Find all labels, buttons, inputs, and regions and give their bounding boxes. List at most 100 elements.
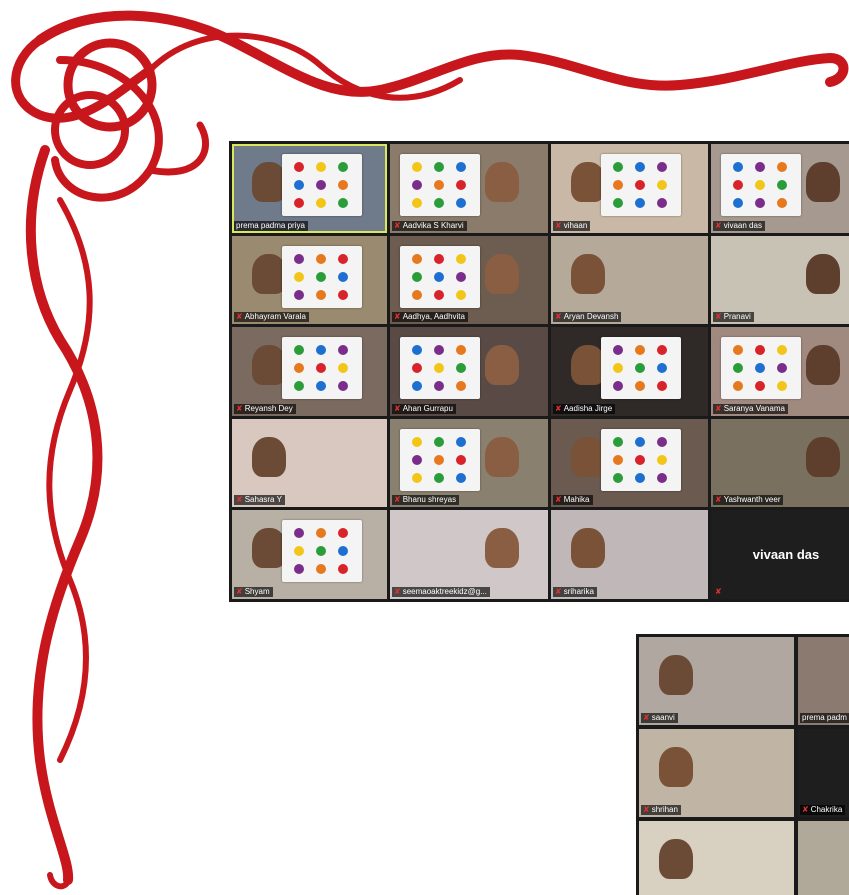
participant-name-tag: ✘ Ahan Gurrapu [392, 403, 456, 414]
paint-dot [434, 253, 444, 264]
participant-video [806, 345, 840, 386]
video-tile[interactable]: ✘ Yashwanth veer [711, 418, 849, 508]
paint-dot [613, 162, 623, 172]
participant-name: sriharika [563, 586, 594, 596]
paint-dot [657, 198, 667, 208]
participant-name-tag: ✘ sriharika [553, 586, 597, 597]
video-tile[interactable]: prema padm [798, 637, 849, 725]
dot-painting-paper [400, 428, 480, 491]
paint-dot [338, 198, 348, 208]
video-tile[interactable]: ✘ Aadvika S Kharvi [390, 144, 548, 233]
participant-name: vivaan das [723, 220, 762, 230]
paint-dot [316, 363, 326, 374]
participant-name: Aryan Devansh [563, 312, 619, 322]
paint-dot [456, 289, 466, 300]
muted-mic-icon: ✘ [802, 805, 809, 814]
dot-painting-paper [282, 245, 362, 308]
video-tile[interactable] [798, 821, 849, 895]
video-tile[interactable]: ✘ saanvi [639, 637, 794, 725]
paint-dot [613, 180, 623, 190]
participant-video [252, 345, 286, 386]
video-tile[interactable]: vivaan das ✘ [711, 510, 849, 599]
video-tile[interactable]: ✘ vivaan das [711, 144, 849, 233]
video-tile[interactable]: prema padma priya [232, 144, 387, 233]
paint-dot [635, 162, 645, 172]
paint-dot [338, 271, 348, 282]
video-tile[interactable]: ✘ sriharika [551, 510, 708, 599]
paint-dot [316, 198, 326, 208]
paint-dot [294, 198, 304, 208]
participant-name: Chakrika [810, 805, 843, 814]
muted-mic-icon: ✘ [394, 220, 401, 230]
participant-video [571, 436, 605, 477]
video-tile[interactable]: ✘ vihaan [551, 144, 708, 233]
participant-name: Reyansh Dey [244, 403, 293, 413]
dot-painting-paper [601, 337, 681, 400]
muted-mic-icon: ✘ [555, 403, 562, 413]
video-gallery-secondary: ✘ saanvi prema padm ✘ shrihan ✘ Chakrika [636, 634, 849, 895]
video-tile[interactable]: ✘ Aadisha Jirge [551, 327, 708, 416]
participant-video [571, 253, 605, 294]
participant-name-tag: ✘ Shyam [234, 586, 273, 597]
participant-video [485, 345, 519, 386]
paint-dot [434, 162, 444, 172]
video-gallery-main: prema padma priya ✘ Aadvika S Kharvi ✘ vihaa… [229, 141, 849, 602]
participant-name: prema padm [802, 713, 847, 722]
video-tile[interactable]: ✘ Bhanu shreyas [390, 418, 548, 508]
paint-dot [338, 289, 348, 300]
paint-dot [412, 345, 422, 356]
video-tile[interactable]: ✘ Sahasra Y [232, 418, 387, 508]
participant-name-tag: ✘ Yashwanth veer [713, 495, 784, 506]
paint-dot [412, 198, 422, 208]
participant-name-tag: ✘ Bhanu shreyas [392, 495, 460, 506]
participant-video [252, 253, 286, 294]
paint-dot [434, 436, 444, 447]
participant-name: Yashwanth veer [723, 495, 781, 505]
muted-mic-icon: ✘ [555, 220, 562, 230]
paint-dot [456, 180, 466, 190]
paint-dot [456, 271, 466, 282]
participant-video [571, 162, 605, 202]
video-tile[interactable]: ✘ Shyam [232, 510, 387, 599]
paint-dot [777, 363, 787, 374]
paint-dot [777, 198, 787, 208]
video-tile[interactable]: ✘ seemaoaktreekidz@g... [390, 510, 548, 599]
video-tile[interactable]: ✘ Pranavi [711, 235, 849, 325]
paint-dot [657, 436, 667, 447]
paint-dot [456, 162, 466, 172]
video-tile[interactable]: ✘ Mahika [551, 418, 708, 508]
paint-dot [294, 180, 304, 190]
video-tile[interactable]: ✘ Aadhya, Aadhvita [390, 235, 548, 325]
paint-dot [434, 381, 444, 392]
participant-video [806, 253, 840, 294]
video-tile[interactable]: ✘ Aryan Devansh [551, 235, 708, 325]
video-tile[interactable]: ✘ shrihan [639, 729, 794, 817]
paint-dot [613, 454, 623, 465]
video-tile[interactable]: ✘ Abhayram Varala [232, 235, 387, 325]
video-tile[interactable]: ✘ Chakrika [798, 729, 849, 817]
participant-name: vihaan [563, 220, 588, 230]
video-tile[interactable] [639, 821, 794, 895]
muted-mic-icon: ✘ [236, 495, 243, 505]
paint-dot [733, 180, 743, 190]
video-tile[interactable]: ✘ Ahan Gurrapu [390, 327, 548, 416]
dot-painting-paper [400, 337, 480, 400]
participant-name-tag: ✘ Reyansh Dey [234, 403, 296, 414]
paint-dot [635, 363, 645, 374]
paint-dot [316, 162, 326, 172]
muted-mic-icon: ✘ [394, 403, 401, 413]
video-tile[interactable]: ✘ Reyansh Dey [232, 327, 387, 416]
participant-name-tag: ✘ Pranavi [713, 312, 754, 323]
paint-dot [294, 162, 304, 172]
paint-dot [456, 472, 466, 483]
paint-dot [613, 363, 623, 374]
muted-mic-icon: ✘ [555, 586, 562, 596]
paint-dot [635, 454, 645, 465]
paint-dot [657, 363, 667, 374]
paint-dot [338, 564, 348, 575]
participant-name: shrihan [651, 805, 678, 814]
video-tile[interactable]: ✘ Saranya Vanama [711, 327, 849, 416]
paint-dot [733, 381, 743, 392]
participant-video [252, 162, 286, 202]
muted-mic-icon: ✘ [394, 495, 401, 505]
